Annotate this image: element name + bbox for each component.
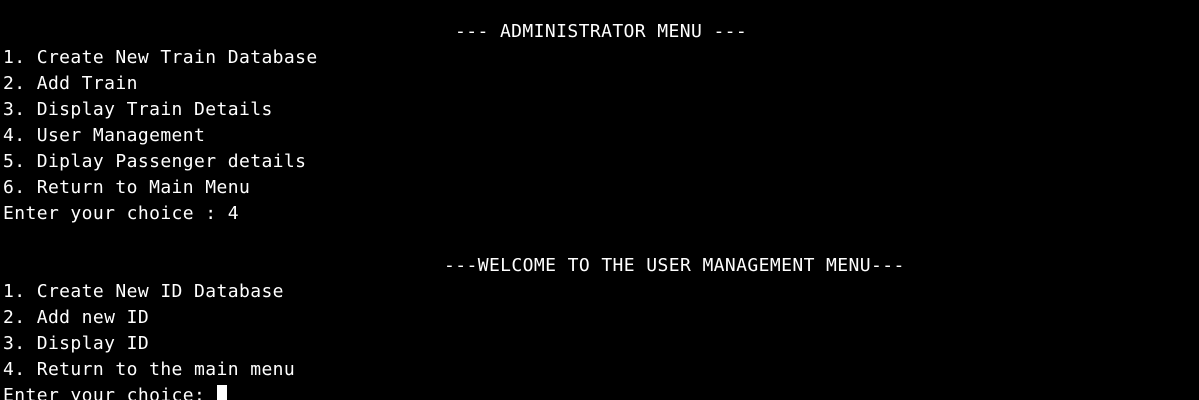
admin-menu-option-add-train: 2. Add Train bbox=[3, 73, 138, 94]
text-cursor bbox=[216, 385, 227, 400]
user-menu-choice-prompt: Enter your choice: bbox=[3, 385, 217, 400]
user-menu-option-add-id: 2. Add new ID bbox=[3, 307, 150, 328]
user-menu-title: ---WELCOME TO THE USER MANAGEMENT MENU--… bbox=[444, 255, 905, 276]
user-menu-input-line[interactable]: Enter your choice: bbox=[3, 383, 227, 400]
user-menu-option-return-main: 4. Return to the main menu bbox=[3, 359, 296, 380]
admin-menu-option-return-main: 6. Return to Main Menu bbox=[3, 177, 251, 198]
admin-menu-title: --- ADMINISTRATOR MENU --- bbox=[455, 21, 748, 42]
admin-menu-option-display-train: 3. Display Train Details bbox=[3, 99, 273, 120]
user-menu-option-display-id: 3. Display ID bbox=[3, 333, 150, 354]
admin-menu-option-create-train-db: 1. Create New Train Database bbox=[3, 47, 318, 68]
user-menu-option-create-id-db: 1. Create New ID Database bbox=[3, 281, 284, 302]
admin-menu-option-passenger-details: 5. Diplay Passenger details bbox=[3, 151, 307, 172]
admin-menu-option-user-management: 4. User Management bbox=[3, 125, 206, 146]
admin-menu-choice-prompt: Enter your choice : 4 bbox=[3, 203, 239, 224]
terminal-window[interactable]: --- ADMINISTRATOR MENU --- 1. Create New… bbox=[0, 0, 1199, 400]
